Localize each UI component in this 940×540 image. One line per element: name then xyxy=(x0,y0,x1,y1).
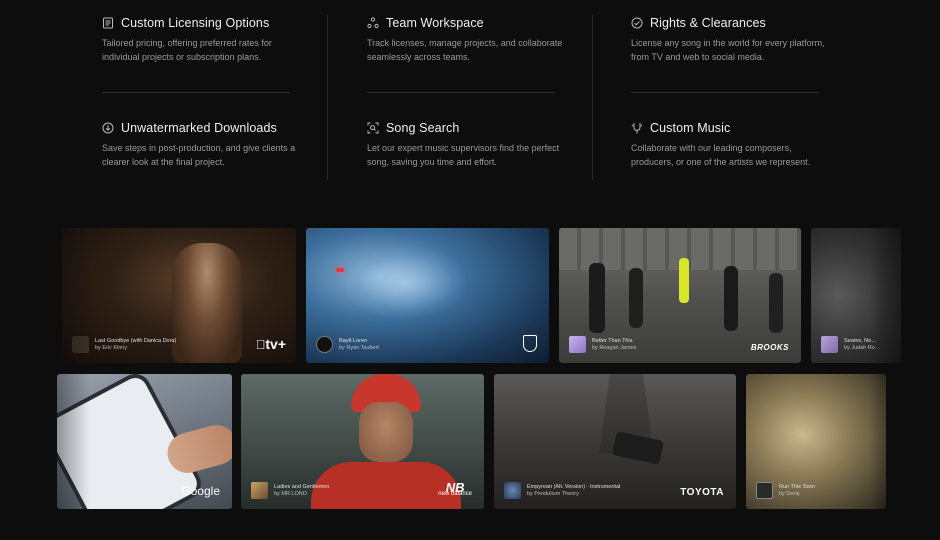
feature-unwatermarked-downloads: Unwatermarked Downloads Save steps in po… xyxy=(102,121,327,169)
artist-name: by Deraj xyxy=(779,490,800,497)
artist-name: by Pendulium Theory xyxy=(527,490,579,497)
download-circle-icon xyxy=(102,122,114,134)
feature-description: Collaborate with our leading composers, … xyxy=(631,143,811,167)
card-image xyxy=(346,248,466,318)
song-title: Last Goodbye (with Danica Dora) xyxy=(95,337,177,344)
album-thumbnail xyxy=(251,482,268,499)
new-balance-logo: NB new balance xyxy=(438,480,472,497)
artist-name: by Judah Ro… xyxy=(844,344,881,351)
row-divider xyxy=(367,92,555,93)
placement-card[interactable]: Run This Town by Deraj xyxy=(746,374,886,509)
card-image xyxy=(172,243,242,363)
album-thumbnail xyxy=(316,336,333,353)
lamborghini-logo xyxy=(523,335,537,352)
album-thumbnail xyxy=(72,336,89,353)
song-title: Better Than This xyxy=(592,337,633,344)
song-title: Seams, No… xyxy=(844,337,877,344)
card-caption: Ladies and Gentlemen by MR.LONO xyxy=(251,482,329,499)
album-thumbnail xyxy=(504,482,521,499)
apple-tv-plus-logo: tv+ xyxy=(256,336,286,352)
check-circle-icon xyxy=(631,17,643,29)
album-thumbnail xyxy=(756,482,773,499)
artist-name: by Reagan James xyxy=(592,344,637,351)
card-caption: Last Goodbye (with Danica Dora) by Eric … xyxy=(72,336,176,353)
features-section: Custom Licensing Options Tailored pricin… xyxy=(0,0,940,200)
scan-search-icon xyxy=(367,122,379,134)
card-image xyxy=(629,268,643,328)
row-divider xyxy=(631,92,819,93)
feature-description: Track licenses, manage projects, and col… xyxy=(367,38,563,62)
song-title: Baytt Loren xyxy=(339,337,368,344)
feature-description: Tailored pricing, offering preferred rat… xyxy=(102,38,272,62)
album-thumbnail xyxy=(821,336,838,353)
card-caption: Run This Town by Deraj xyxy=(756,482,815,499)
artist-name: by Eric Kinny xyxy=(95,344,128,351)
feature-description: License any song in the world for every … xyxy=(631,38,825,62)
feature-title: Custom Licensing Options xyxy=(121,16,270,30)
feature-title: Team Workspace xyxy=(386,16,484,30)
song-title: Ladies and Gentlemen xyxy=(274,483,330,490)
placement-card[interactable]: Empyrean (Alt. Version) - Instrumental b… xyxy=(494,374,736,509)
feature-custom-licensing: Custom Licensing Options Tailored pricin… xyxy=(102,16,327,64)
feature-description: Save steps in post-production, and give … xyxy=(102,143,296,167)
placement-card[interactable]: Ladies and Gentlemen by MR.LONO NB new ba… xyxy=(241,374,484,509)
feature-title: Custom Music xyxy=(650,121,731,135)
brooks-logo: BROOKS xyxy=(750,343,789,352)
feature-description: Let our expert music supervisors find th… xyxy=(367,143,560,167)
card-image xyxy=(589,263,605,333)
card-image xyxy=(679,258,689,303)
row-divider xyxy=(102,92,290,93)
card-image xyxy=(612,431,664,465)
feature-team-workspace: Team Workspace Track licenses, manage pr… xyxy=(367,16,592,64)
card-caption: Baytt Loren by Ryan Taubert xyxy=(316,336,379,353)
card-caption: Seams, No… by Judah Ro… xyxy=(821,336,880,353)
card-image xyxy=(359,402,413,462)
placement-card[interactable]: Seams, No… by Judah Ro… xyxy=(811,228,901,363)
google-logo: Google xyxy=(181,484,220,498)
card-caption: Better Than This by Reagan James xyxy=(569,336,636,353)
feature-title: Song Search xyxy=(386,121,460,135)
artist-name: by Ryan Taubert xyxy=(339,344,379,351)
document-list-icon xyxy=(102,17,114,29)
feature-title: Rights & Clearances xyxy=(650,16,766,30)
feature-rights-clearances: Rights & Clearances License any song in … xyxy=(631,16,856,64)
feature-custom-music: Custom Music Collaborate with our leadin… xyxy=(631,121,856,169)
tuning-fork-icon xyxy=(631,122,643,134)
artist-name: by MR.LONO xyxy=(274,490,308,497)
placement-card[interactable]: Google xyxy=(57,374,232,509)
card-image xyxy=(724,266,738,331)
toyota-logo: TOYOTA xyxy=(680,487,724,498)
team-nodes-icon xyxy=(367,17,379,29)
card-image xyxy=(336,268,344,272)
feature-title: Unwatermarked Downloads xyxy=(121,121,277,135)
album-thumbnail xyxy=(569,336,586,353)
column-divider xyxy=(592,15,593,180)
card-image xyxy=(769,273,783,333)
placement-card[interactable]: Last Goodbye (with Danica Dora) by Eric … xyxy=(62,228,296,363)
placement-card[interactable]: Baytt Loren by Ryan Taubert xyxy=(306,228,549,363)
song-title: Run This Town xyxy=(779,483,816,490)
song-title: Empyrean (Alt. Version) - Instrumental xyxy=(527,483,621,490)
placement-card[interactable]: Better Than This by Reagan James BROOKS xyxy=(559,228,801,363)
feature-song-search: Song Search Let our expert music supervi… xyxy=(367,121,592,169)
column-divider xyxy=(327,15,328,180)
card-caption: Empyrean (Alt. Version) - Instrumental b… xyxy=(504,482,620,499)
